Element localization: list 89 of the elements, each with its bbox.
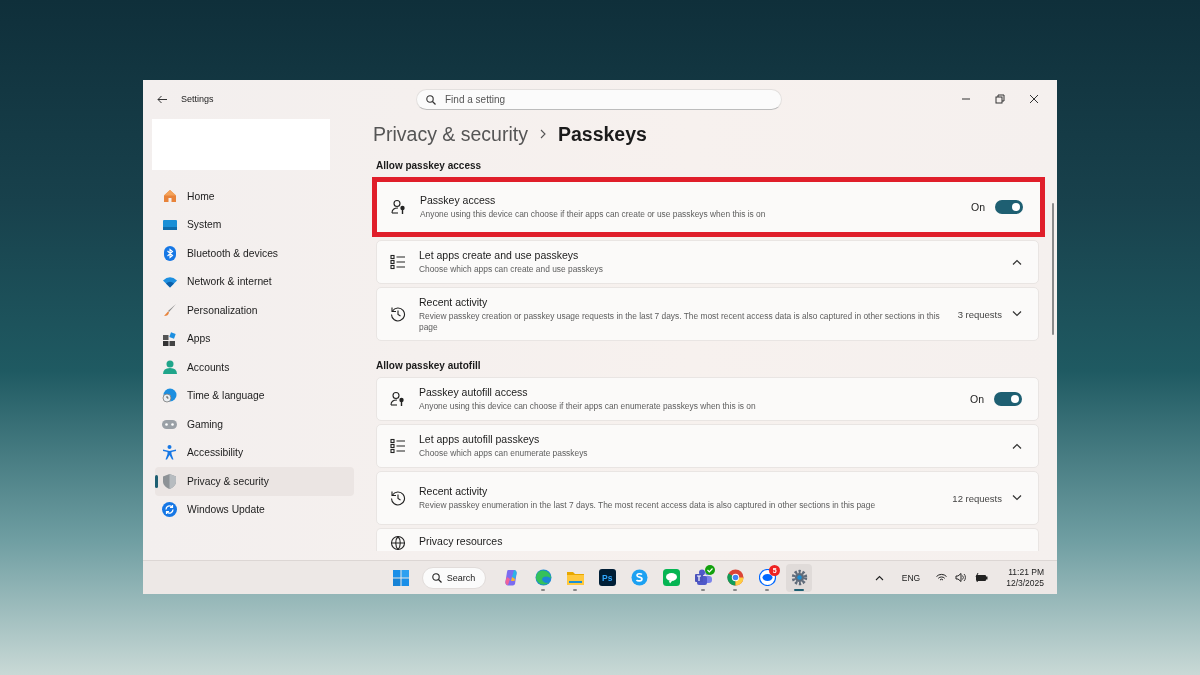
section-heading: Allow passkey access <box>376 160 483 172</box>
globe-icon <box>390 535 406 551</box>
sidebar-item[interactable]: Apps <box>155 324 354 353</box>
history-icon <box>390 306 406 322</box>
card-description: Anyone using this device can choose if their apps can enumerate passkeys when this is on <box>419 401 757 412</box>
history-icon <box>390 490 406 506</box>
person-key-icon <box>391 199 407 215</box>
chevron-up-icon <box>874 574 884 581</box>
search-icon <box>426 94 436 105</box>
toggle-switch[interactable] <box>994 392 1022 406</box>
card-title: Passkey autofill access <box>419 386 529 399</box>
card-description: Choose which apps can create and use passkeys <box>419 264 604 275</box>
browser-circle-icon <box>726 569 744 586</box>
language-indicator[interactable]: ENG <box>901 572 921 583</box>
settings-card[interactable]: Let apps create and use passkeys Choose which apps can create and use passkeys <box>376 240 1039 284</box>
wifi-icon <box>936 573 948 582</box>
app-tile-icon: Ps <box>598 569 616 586</box>
taskbar-search[interactable]: Search <box>421 566 487 589</box>
sidebar-item[interactable]: Personalization <box>155 296 354 325</box>
settings-card[interactable]: Let apps autofill passkeys Choose which apps can enumerate passkeys <box>376 424 1039 468</box>
sidebar-item[interactable]: Time & language <box>155 381 354 410</box>
toggle-state-label: On <box>971 201 985 213</box>
windows-logo-icon <box>392 569 409 586</box>
request-count: 3 requests <box>957 308 1002 320</box>
sidebar-item[interactable]: Network & internet <box>155 267 354 296</box>
sidebar-item[interactable]: Accessibility <box>155 438 354 467</box>
toggle-state-label: On <box>970 393 984 405</box>
search-icon <box>431 572 442 583</box>
sidebar-item[interactable]: System <box>155 210 354 239</box>
checkmark-badge-icon <box>705 564 716 575</box>
monitor-icon <box>162 218 177 231</box>
gamepad-icon <box>162 418 177 430</box>
search-field[interactable]: Find a setting <box>416 88 782 110</box>
settings-card[interactable]: Recent activity Review passkey enumeration in the last 7 days. The most recent access data is also captured in other sections in this page 12 requests <box>376 471 1039 525</box>
settings-card[interactable]: Recent activity Review passkey creation or passkey usage requests in the last 7 days. The most recent access data is also captured in other sections in this page 3 requests <box>376 287 1039 341</box>
card-description: Anyone using this device can choose if their apps can create or use passkeys when this is on <box>420 209 767 220</box>
wifi-icon <box>162 275 177 288</box>
chat-bubble-s-icon <box>630 569 648 586</box>
browser-icon <box>534 569 552 586</box>
clock-date: 12/3/2025 <box>1006 578 1044 588</box>
chevron-right-icon <box>539 129 546 139</box>
section-heading: Allow passkey autofill <box>376 360 482 372</box>
sidebar-item[interactable]: Accounts <box>155 353 354 382</box>
selection-indicator <box>155 475 158 488</box>
list-icon <box>390 438 406 454</box>
card-title: Let apps autofill passkeys <box>419 433 541 446</box>
card-title: Recent activity <box>419 295 489 309</box>
card-title: Privacy resources <box>419 535 504 548</box>
sidebar-item[interactable]: Gaming <box>155 410 354 439</box>
person-icon <box>162 359 177 375</box>
card-title: Let apps create and use passkeys <box>419 249 580 262</box>
restore-icon <box>995 94 1005 104</box>
refresh-icon <box>162 502 177 518</box>
sidebar-item[interactable]: Home <box>155 182 354 211</box>
back-arrow-icon <box>157 94 167 104</box>
folder-icon <box>566 570 584 585</box>
card-description: Review passkey enumeration in the last 7 days. The most recent access data is also captured in other sections in this page <box>419 500 877 511</box>
clock-time: 11:21 PM <box>1008 567 1044 577</box>
shield-icon <box>163 473 176 489</box>
globe-clock-icon <box>162 388 177 404</box>
toggle-switch[interactable] <box>995 200 1023 214</box>
taskbar-app[interactable]: Ps <box>594 563 621 592</box>
card-title: Passkey access <box>420 194 497 207</box>
home-icon <box>162 189 177 204</box>
accessibility-icon <box>163 445 176 461</box>
copilot-icon <box>502 569 520 586</box>
page-title: Passkeys <box>557 122 647 146</box>
card-description: Choose which apps can enumerate passkeys <box>419 448 589 459</box>
gear-icon <box>790 569 808 586</box>
chat-icon <box>662 569 680 586</box>
request-count: 12 requests <box>952 492 1002 504</box>
sidebar-item[interactable]: Bluetooth & devices <box>155 239 354 268</box>
card-description: Review passkey creation or passkey usage requests in the last 7 days. The most recent access data is also captured in other sections in this page <box>419 310 941 333</box>
bluetooth-icon <box>163 245 176 261</box>
close-icon <box>1029 94 1039 104</box>
sidebar-item[interactable]: Windows Update <box>155 495 354 524</box>
apps-icon <box>162 331 177 346</box>
window-title: Settings <box>181 94 214 104</box>
breadcrumb-link[interactable]: Privacy & security <box>373 122 528 146</box>
card-title: Recent activity <box>419 485 489 498</box>
settings-card[interactable]: Privacy resources <box>376 528 1039 551</box>
list-icon <box>390 254 406 270</box>
paintbrush-icon <box>162 303 177 318</box>
speaker-icon <box>955 573 967 582</box>
battery-charging-icon <box>974 573 989 582</box>
person-key-icon <box>390 391 406 407</box>
scrollbar[interactable] <box>1052 203 1054 335</box>
taskbar-app[interactable] <box>786 563 813 592</box>
sidebar-item[interactable]: Privacy & security <box>155 467 354 496</box>
